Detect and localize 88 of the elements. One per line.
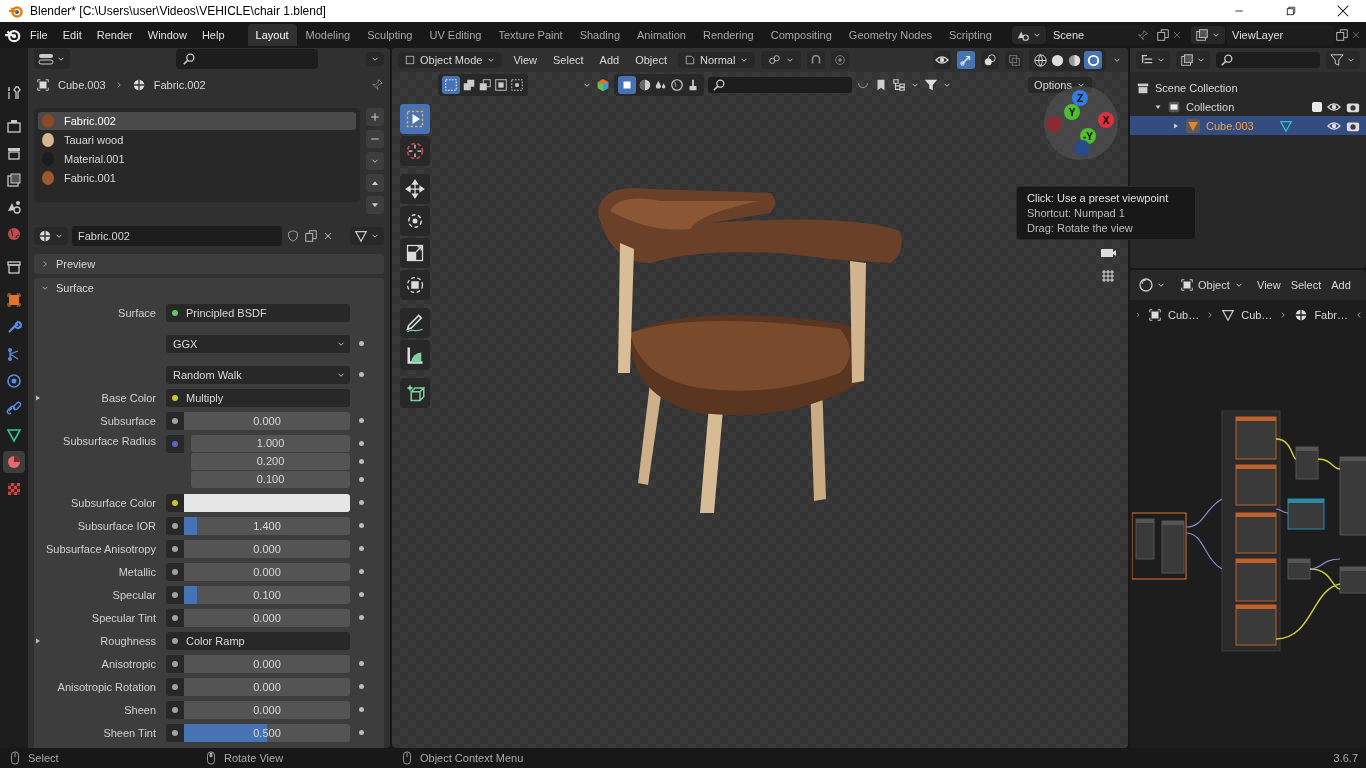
material-slot[interactable]: Material.001 (38, 149, 356, 168)
value-slider[interactable]: 0.000 (184, 563, 350, 581)
property-label: Subsurface Radius (62, 435, 157, 447)
workspace-tab[interactable]: Scripting (941, 24, 1000, 46)
status-hint: Rotate View (224, 752, 285, 764)
value-slider[interactable]: 0.000 (184, 701, 350, 719)
dropdown[interactable]: GGX (166, 335, 350, 353)
outliner-item[interactable]: Scene Collection (1155, 81, 1238, 94)
menu-item[interactable]: Render (89, 26, 140, 44)
status-hint: Select (28, 752, 60, 764)
value-field[interactable]: 0.200 (191, 453, 350, 470)
menu-item[interactable]: Object (630, 52, 672, 68)
axis-label[interactable]: Y (1064, 104, 1080, 120)
workspace-tab[interactable]: Sculpting (359, 24, 421, 46)
menu-item[interactable]: Help (194, 26, 232, 44)
value-slider[interactable]: 0.000 (184, 678, 350, 696)
status-hint: Object Context Menu (420, 752, 525, 764)
menu-item[interactable]: Add (1328, 277, 1354, 293)
breadcrumb-item: Cube.003 (58, 78, 106, 91)
orientation-dropdown[interactable]: Normal (678, 52, 756, 68)
outliner-item[interactable]: Cube.003 (1206, 119, 1254, 132)
property-label: Subsurface (99, 415, 157, 427)
scene-field[interactable]: Scene (1047, 25, 1155, 45)
workspace-tab[interactable]: Geometry Nodes (840, 24, 940, 46)
value-field[interactable]: 1.000 (191, 435, 350, 452)
tooltip-line: Click: Use a preset viewpoint (1027, 192, 1170, 204)
breadcrumb-item: Fabr… (1314, 309, 1348, 321)
window-title: Blender* [C:\Users\user\Videos\VEHICLE\chair 1.blend] (30, 4, 327, 18)
options-dropdown[interactable]: Options (1028, 77, 1092, 93)
panel-header[interactable]: Surface (34, 277, 384, 298)
workspace-tab[interactable]: Modeling (297, 24, 359, 46)
menu-item[interactable]: Add (594, 52, 625, 68)
axis-label[interactable]: -Y (1080, 128, 1096, 144)
menu-item[interactable]: Edit (55, 26, 89, 44)
property-label: Anisotropic (100, 658, 157, 670)
view-layer-field[interactable]: ViewLayer (1226, 25, 1334, 45)
link-field[interactable]: Principled BSDF (184, 304, 350, 322)
property-label: Base Color (100, 392, 157, 404)
panel-header[interactable]: Preview (34, 253, 384, 274)
value-slider[interactable]: 0.000 (184, 655, 350, 673)
axis-label[interactable]: Z (1072, 90, 1088, 106)
material-slot[interactable]: Fabric.002 (38, 111, 356, 130)
link-field[interactable]: Multiply (184, 389, 350, 407)
link-field[interactable]: Color Ramp (184, 632, 350, 650)
property-label: Subsurface IOR (76, 520, 157, 532)
workspace-tab[interactable]: Texture Paint (490, 24, 571, 46)
workspace-tab[interactable]: Rendering (694, 24, 762, 46)
menu-item[interactable]: File (23, 26, 55, 44)
menu-item[interactable]: Window (140, 26, 194, 44)
material-name-field[interactable]: Fabric.002 (72, 225, 282, 246)
menu-item[interactable]: Select (1287, 277, 1325, 293)
value-slider[interactable]: 0.000 (184, 609, 350, 627)
value-slider[interactable]: 0.100 (184, 586, 350, 604)
mode-dropdown[interactable]: Object Mode (398, 52, 503, 68)
menu-item[interactable]: View (508, 52, 543, 68)
workspace-tab[interactable]: Animation (629, 24, 694, 46)
property-label: Roughness (99, 635, 157, 647)
material-slot[interactable]: Fabric.001 (38, 168, 356, 187)
value-field[interactable]: 0.100 (191, 471, 350, 488)
property-label: Subsurface Color (70, 497, 157, 509)
workspace-tab[interactable]: UV Editing (421, 24, 490, 46)
axis-label[interactable]: X (1098, 112, 1114, 128)
property-label: Anisotropic Rotation (56, 681, 157, 693)
property-label: Sheen (123, 704, 157, 716)
property-label: Surface (117, 307, 157, 319)
value-slider[interactable]: 1.400 (184, 517, 350, 535)
breadcrumb-item: Fabric.002 (153, 78, 206, 91)
version-label: 3.6.7 (1333, 752, 1358, 764)
tooltip-line: Drag: Rotate the view (1027, 222, 1134, 234)
tooltip-line: Shortcut: Numpad 1 (1027, 207, 1126, 219)
property-label: Specular Tint (90, 612, 157, 624)
breadcrumb-item: Cub… (1168, 309, 1200, 321)
value-slider[interactable]: 0.500 (184, 724, 350, 742)
breadcrumb-item: Cub… (1241, 309, 1273, 321)
workspace-tab[interactable]: Shading (571, 24, 629, 46)
property-label: Metallic (117, 566, 157, 578)
menu-item[interactable]: View (1254, 277, 1284, 293)
material-slot[interactable]: Tauari wood (38, 130, 356, 149)
workspace-tab[interactable]: Layout (247, 24, 297, 46)
dropdown[interactable]: Random Walk (166, 366, 350, 384)
menu-item[interactable]: Select (548, 52, 589, 68)
value-slider[interactable]: 0.000 (184, 540, 350, 558)
property-label: Sheen Tint (102, 727, 157, 739)
outliner-item[interactable]: Collection (1186, 100, 1235, 113)
workspace-tab[interactable]: Compositing (762, 24, 840, 46)
value-slider[interactable]: 0.000 (184, 412, 350, 430)
property-label: Subsurface Anisotropy (44, 543, 157, 555)
property-label: Specular (111, 589, 157, 601)
